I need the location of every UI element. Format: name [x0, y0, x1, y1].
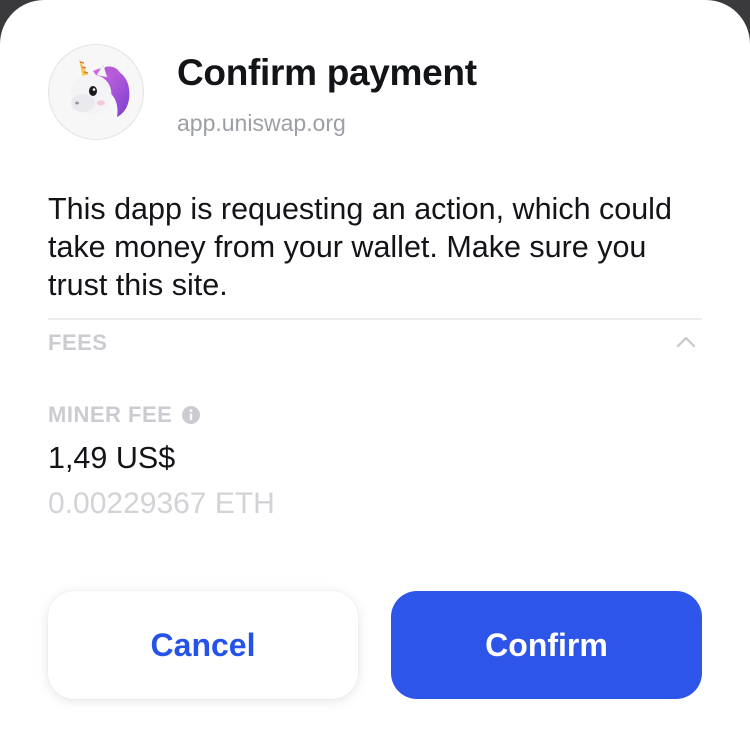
- warning-description: This dapp is requesting an action, which…: [48, 192, 672, 302]
- miner-fee-header: MINER FEE: [48, 402, 201, 428]
- confirm-payment-sheet: Confirm payment app.uniswap.org This dap…: [0, 0, 750, 733]
- confirm-button[interactable]: Confirm: [391, 591, 702, 699]
- info-icon[interactable]: [181, 405, 201, 425]
- miner-fee-usd: 1,49 US$: [48, 441, 176, 475]
- fees-section-label[interactable]: FEES: [48, 330, 107, 356]
- miner-fee-label: MINER FEE: [48, 402, 173, 427]
- site-url: app.uniswap.org: [177, 110, 346, 136]
- unicorn-icon: [48, 44, 144, 140]
- dialog-title: Confirm payment: [177, 52, 477, 93]
- cancel-button[interactable]: Cancel: [48, 591, 358, 699]
- section-divider: [48, 318, 702, 320]
- miner-fee-eth: 0.00229367 ETH: [48, 487, 275, 520]
- chevron-up-icon[interactable]: [674, 333, 698, 351]
